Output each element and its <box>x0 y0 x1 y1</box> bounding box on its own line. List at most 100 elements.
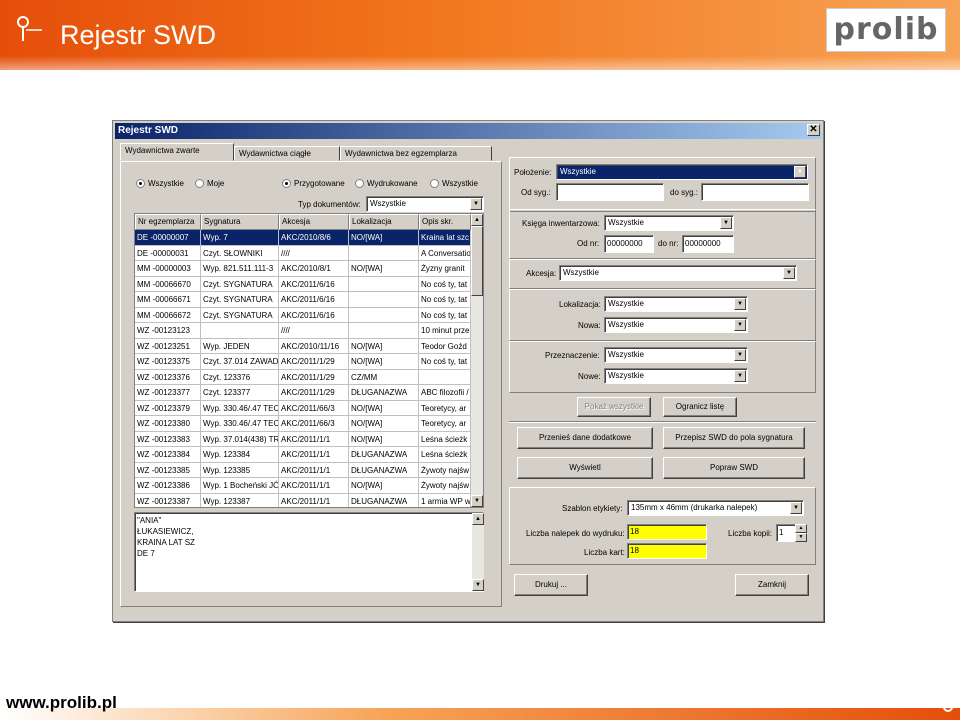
table-row[interactable]: MM -00066672 Czyt. SYGNATURA AKC/2011/6/16… <box>135 307 471 323</box>
chevron-down-icon[interactable]: ▼ <box>720 217 732 229</box>
do-syg-label: do syg.: <box>670 188 699 197</box>
footer-url[interactable]: www.prolib.pl <box>6 693 117 713</box>
nalepek-input[interactable]: 18 <box>627 524 707 540</box>
table-cell: Wyp. 330.46/.47 TEC <box>201 416 279 432</box>
scroll-thumb[interactable] <box>471 226 483 296</box>
table-cell: NO/[WA] <box>349 261 419 277</box>
table-cell: WZ -00123376 <box>135 369 201 385</box>
radio-prepared[interactable] <box>282 179 291 188</box>
table-row[interactable]: WZ -00123386 Wyp. 1 Bocheński JÓ AKC/2011/… <box>135 478 471 494</box>
lokalizacja-select[interactable]: Wszystkie ▼ <box>604 296 748 312</box>
table-cell: //// <box>279 245 349 261</box>
tab-wydawnictwa-bez-egzemplarza[interactable]: Wydawnictwa bez egzemplarza <box>340 146 492 161</box>
column-header[interactable]: Nr egzemplarza <box>135 214 201 230</box>
polozenie-value: Wszystkie <box>560 167 596 176</box>
radio-all-owners[interactable] <box>136 179 145 188</box>
table-row[interactable]: WZ -00123251 Wyp. JEDEN AKC/2010/11/16 NO/[… <box>135 338 471 354</box>
table-row[interactable]: MM -00066670 Czyt. SYGNATURA AKC/2011/6/16… <box>135 276 471 292</box>
copies-grid[interactable]: Nr egzemplarza Sygnatura Akcesja Lokalizacj… <box>134 213 484 508</box>
table-row[interactable]: WZ -00123387 Wyp. 123387 AKC/2011/1/1 DŁUGA… <box>135 493 471 507</box>
akcesja-select[interactable]: Wszystkie ▼ <box>559 265 797 281</box>
table-cell: Czyt. 123376 <box>201 369 279 385</box>
footer-bar <box>0 708 960 720</box>
column-header[interactable]: Lokalizacja <box>349 214 419 230</box>
move-data-button[interactable]: Przenieś dane dodatkowe <box>517 427 653 449</box>
chevron-down-icon[interactable]: ▼ <box>734 319 746 331</box>
kopii-input[interactable]: 1 <box>776 524 796 542</box>
lokalizacja-label: Lokalizacja: <box>559 300 601 309</box>
nowa-label: Nowa: <box>578 321 601 330</box>
table-cell: Wyp. JEDEN <box>201 338 279 354</box>
table-cell <box>349 292 419 308</box>
table-row[interactable]: WZ -00123380 Wyp. 330.46/.47 TEC AKC/2011/… <box>135 416 471 432</box>
spin-down-icon[interactable]: ▼ <box>795 533 807 542</box>
table-cell: 1 armia WP w <box>419 493 471 507</box>
memo-line: DE 7 <box>137 549 155 558</box>
table-row[interactable]: WZ -00123385 Wyp. 123385 AKC/2011/1/1 DŁUGA… <box>135 462 471 478</box>
show-all-button[interactable]: Pokaż wszystkie <box>577 397 651 417</box>
table-cell <box>419 369 471 385</box>
przeznaczenie-select[interactable]: Wszystkie ▼ <box>604 347 748 363</box>
szablon-select[interactable]: 135mm x 46mm (drukarka nalepek) ▼ <box>627 500 804 516</box>
table-cell: Czyt. 123377 <box>201 385 279 401</box>
table-row[interactable]: WZ -00123375 Czyt. 37.014 ZAWAD AKC/2011/1… <box>135 354 471 370</box>
print-button[interactable]: Drukuj ... <box>514 574 588 596</box>
od-nr-input[interactable]: 00000000 <box>604 235 654 253</box>
od-syg-input[interactable] <box>556 183 664 201</box>
chevron-down-icon[interactable]: ▼ <box>734 298 746 310</box>
kart-input[interactable]: 18 <box>627 543 707 559</box>
table-row[interactable]: WZ -00123376 Czyt. 123376 AKC/2011/1/29 CZ/… <box>135 369 471 385</box>
fix-swd-button[interactable]: Popraw SWD <box>663 457 805 479</box>
radio-mine[interactable] <box>195 179 204 188</box>
table-cell: Leśna ścieżk <box>419 431 471 447</box>
spin-up-icon[interactable]: ▲ <box>795 524 807 533</box>
table-cell: AKC/2011/1/29 <box>279 354 349 370</box>
table-row[interactable]: WZ -00123377 Czyt. 123377 AKC/2011/1/29 DŁU… <box>135 385 471 401</box>
display-button[interactable]: Wyświetl <box>517 457 653 479</box>
table-row[interactable]: WZ -00123383 Wyp. 37.014(438) TR AKC/2011/… <box>135 431 471 447</box>
chevron-down-icon[interactable]: ▼ <box>794 166 806 178</box>
table-row[interactable]: MM -00000003 Wyp. 821.511.111-3 AKC/2010/8… <box>135 261 471 277</box>
radio-status-all[interactable] <box>430 179 439 188</box>
limit-list-button[interactable]: Ogranicz listę <box>663 397 737 417</box>
do-nr-input[interactable]: 00000000 <box>682 235 734 253</box>
close-icon[interactable]: ✕ <box>807 124 820 136</box>
table-row[interactable]: WZ -00123384 Wyp. 123384 AKC/2011/1/1 DŁUGA… <box>135 447 471 463</box>
chevron-down-icon[interactable]: ▼ <box>470 198 482 210</box>
column-header[interactable]: Opis skr. <box>419 214 471 230</box>
ksiega-select[interactable]: Wszystkie ▼ <box>604 215 734 231</box>
prolib-logo: prolib <box>826 8 946 52</box>
scroll-up-icon[interactable]: ▲ <box>471 214 483 226</box>
table-row[interactable]: WZ -00123123 //// 10 minut prze <box>135 323 471 339</box>
chevron-down-icon[interactable]: ▼ <box>783 267 795 279</box>
table-row[interactable]: WZ -00123379 Wyp. 330.46/.47 TEC AKC/2011/… <box>135 400 471 416</box>
circle-icon <box>943 702 953 712</box>
column-header[interactable]: Akcesja <box>279 214 349 230</box>
table-cell: Teoretycy, ar <box>419 400 471 416</box>
radio-printed[interactable] <box>355 179 364 188</box>
radio-mine-label: Moje <box>207 179 225 188</box>
polozenie-select[interactable]: Wszystkie ▼ <box>556 164 808 180</box>
chevron-down-icon[interactable]: ▼ <box>734 370 746 382</box>
table-row[interactable]: MM -00066671 Czyt. SYGNATURA AKC/2011/6/16… <box>135 292 471 308</box>
close-button[interactable]: Zamknij <box>735 574 809 596</box>
table-cell: WZ -00123387 <box>135 493 201 507</box>
nowe-select[interactable]: Wszystkie ▼ <box>604 368 748 384</box>
pin-icon <box>17 16 42 41</box>
doc-type-select[interactable]: Wszystkie ▼ <box>366 196 484 212</box>
scroll-down-icon[interactable]: ▼ <box>472 579 484 591</box>
ksiega-value: Wszystkie <box>608 218 644 227</box>
nowa-select[interactable]: Wszystkie ▼ <box>604 317 748 333</box>
chevron-down-icon[interactable]: ▼ <box>734 349 746 361</box>
table-cell: Teodor Goźd <box>419 338 471 354</box>
table-row[interactable]: DE -00000007 Wyp. 7 AKC/2010/8/6 NO/[WA] Kra… <box>135 230 471 246</box>
rewrite-swd-button[interactable]: Przepisz SWD do pola sygnatura <box>663 427 805 449</box>
chevron-down-icon[interactable]: ▼ <box>790 502 802 514</box>
column-header[interactable]: Sygnatura <box>201 214 279 230</box>
tab-wydawnictwa-ciagle[interactable]: Wydawnictwa ciągłe <box>234 146 340 161</box>
scroll-up-icon[interactable]: ▲ <box>472 513 484 525</box>
scroll-down-icon[interactable]: ▼ <box>471 495 483 507</box>
table-row[interactable]: DE -00000031 Czyt. SŁOWNIKI//// A Conversa… <box>135 245 471 261</box>
do-syg-input[interactable] <box>701 183 809 201</box>
tab-wydawnictwa-zwarte[interactable]: Wydawnictwa zwarte <box>120 143 234 161</box>
